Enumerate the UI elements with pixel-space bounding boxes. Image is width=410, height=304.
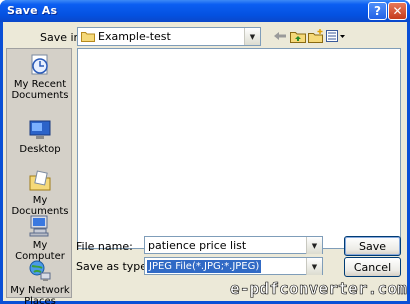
save-as-type-value: JPEG File(*.JPG;*.JPEG) <box>147 260 262 273</box>
close-button[interactable]: ✕ <box>388 2 407 20</box>
places-bar: My Recent Documents Desktop My Documents <box>6 48 73 304</box>
save-as-type-select[interactable]: JPEG File(*.JPG;*.JPEG) ▼ <box>144 257 323 275</box>
place-label: My Network <box>10 285 70 296</box>
dialog-body: Save in: Example-test ▼ My Recent Docume… <box>3 22 407 304</box>
folder-icon <box>81 32 95 42</box>
dialog-title: Save As <box>7 4 58 17</box>
my-computer-icon <box>29 215 49 237</box>
save-button[interactable]: Save <box>344 236 401 256</box>
back-arrow-icon[interactable] <box>271 28 289 44</box>
place-label: Documents <box>11 90 69 101</box>
place-my-documents[interactable]: My Documents <box>7 169 73 217</box>
chevron-down-icon[interactable]: ▼ <box>244 28 260 45</box>
file-list-view[interactable] <box>77 48 401 249</box>
help-button[interactable]: ? <box>368 2 387 20</box>
chevron-down-icon[interactable]: ▼ <box>306 258 322 275</box>
file-name-value: patience price list <box>148 239 247 252</box>
watermark: e-pdfconverter.com <box>230 279 407 299</box>
place-network[interactable]: My Network Places <box>7 259 73 304</box>
place-label: Desktop <box>19 144 61 155</box>
save-in-value: Example-test <box>98 30 171 43</box>
chevron-down-icon[interactable]: ▼ <box>306 237 322 254</box>
save-as-type-label: Save as type: <box>76 260 151 273</box>
file-name-input[interactable]: patience price list ▼ <box>144 236 323 254</box>
cancel-button[interactable]: Cancel <box>344 257 401 277</box>
save-as-dialog: Save As ? ✕ Save in: Example-test ▼ My R… <box>0 0 410 304</box>
up-folder-icon[interactable] <box>289 28 307 44</box>
save-in-combo[interactable]: Example-test ▼ <box>77 27 261 46</box>
network-places-icon <box>29 260 51 281</box>
place-desktop[interactable]: Desktop <box>7 118 73 155</box>
title-bar[interactable]: Save As ? ✕ <box>0 0 410 22</box>
my-documents-icon <box>29 170 51 191</box>
place-my-computer[interactable]: My Computer <box>7 214 73 262</box>
place-label: My Recent <box>13 79 67 90</box>
recent-documents-icon <box>31 54 48 75</box>
views-menu-icon[interactable] <box>325 28 347 44</box>
desktop-icon <box>29 120 51 139</box>
place-label: Places <box>24 296 56 304</box>
file-name-label: File name: <box>76 240 133 253</box>
place-recent-documents[interactable]: My Recent Documents <box>7 53 73 101</box>
new-folder-icon[interactable] <box>307 28 325 44</box>
